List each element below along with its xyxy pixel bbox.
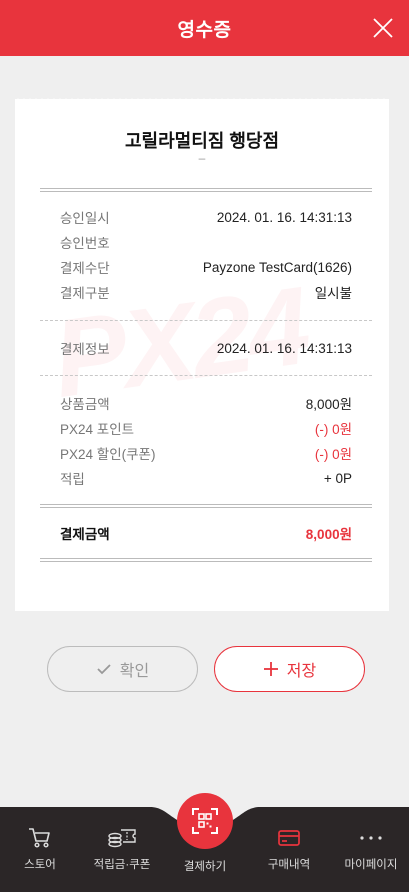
row-value: 8,000원 <box>305 397 352 412</box>
check-icon <box>96 662 112 676</box>
row-value: 일시불 <box>314 286 352 301</box>
divider-double <box>40 558 372 562</box>
row-approval-datetime: 승인일시 2024. 01. 16. 14:31:13 <box>60 207 352 227</box>
row-px24-point: PX24 포인트 (-) 0원 <box>60 418 352 438</box>
total-value: 8,000원 <box>305 527 352 542</box>
save-button[interactable]: 저장 <box>214 646 365 692</box>
row-value: + 0P <box>323 470 352 486</box>
tab-label: 마이페이지 <box>344 859 398 871</box>
tab-store[interactable]: 스토어 <box>0 825 80 885</box>
more-icon <box>359 825 383 851</box>
close-button[interactable] <box>371 16 395 40</box>
divider-double <box>40 188 372 192</box>
pay-button[interactable] <box>177 793 233 849</box>
row-value: 2024. 01. 16. 14:31:13 <box>216 340 352 356</box>
confirm-button[interactable]: 확인 <box>47 646 198 692</box>
tab-pay-label: 결제하기 <box>183 861 227 873</box>
row-total-amount: 결제금액 8,000원 <box>60 523 352 543</box>
page-title: 영수증 <box>177 19 232 41</box>
row-label: 결제구분 <box>60 286 110 301</box>
total-label: 결제금액 <box>60 527 110 542</box>
row-payment-info: 결제정보 2024. 01. 16. 14:31:13 <box>60 338 352 358</box>
coupon-icon <box>107 825 137 851</box>
row-value: (-) 0원 <box>314 447 352 462</box>
row-label: 적립 <box>60 472 85 487</box>
row-label: PX24 할인(쿠폰) <box>60 447 156 462</box>
row-label: 상품금액 <box>60 397 110 412</box>
tab-label: 적립금·쿠폰 <box>93 859 151 871</box>
divider-dashed <box>40 320 372 321</box>
row-label: 결제정보 <box>60 342 110 357</box>
qr-scan-icon <box>192 808 218 834</box>
cart-icon <box>28 825 52 851</box>
tab-label: 스토어 <box>24 859 56 871</box>
row-payment-method: 결제수단 Payzone TestCard(1626) <box>60 257 352 277</box>
store-subtitle: – <box>198 151 206 165</box>
confirm-label: 확인 <box>119 663 150 680</box>
store-name: 고릴라멀티짐 행당점 <box>124 131 280 151</box>
save-label: 저장 <box>286 663 317 680</box>
divider-dashed <box>40 375 372 376</box>
close-icon <box>373 18 393 38</box>
receipt-card: PX24 고릴라멀티짐 행당점 – 승인일시 2024. 01. 16. 14:… <box>15 99 389 611</box>
row-value: 2024. 01. 16. 14:31:13 <box>216 209 352 225</box>
row-label: 결제수단 <box>60 261 110 276</box>
tab-purchase-history[interactable]: 구매내역 <box>249 825 329 885</box>
row-product-amount: 상품금액 8,000원 <box>60 393 352 413</box>
plus-icon <box>263 661 279 677</box>
row-label: PX24 포인트 <box>60 422 135 437</box>
row-payment-type: 결제구분 일시불 <box>60 282 352 302</box>
header-bar: 영수증 <box>0 0 409 56</box>
row-label: 승인번호 <box>60 236 110 251</box>
row-accumulate: 적립 + 0P <box>60 468 352 488</box>
row-value: Payzone TestCard(1626) <box>202 259 352 275</box>
tab-label: 구매내역 <box>267 859 311 871</box>
row-label: 승인일시 <box>60 211 110 226</box>
row-px24-coupon: PX24 할인(쿠폰) (-) 0원 <box>60 443 352 463</box>
tab-points-coupons[interactable]: 적립금·쿠폰 <box>82 825 162 885</box>
row-approval-number: 승인번호 <box>60 232 352 252</box>
tab-my-page[interactable]: 마이페이지 <box>331 825 409 885</box>
row-value: (-) 0원 <box>314 422 352 437</box>
divider-double <box>40 504 372 508</box>
card-icon <box>277 825 301 851</box>
